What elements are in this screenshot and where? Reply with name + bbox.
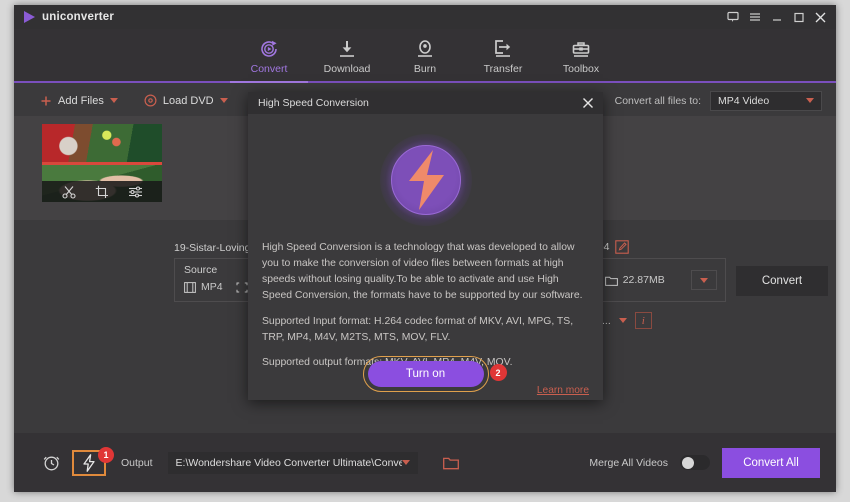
application-window: uniconverter Convert Download Burn Trans… bbox=[14, 5, 836, 492]
dialog-header: High Speed Conversion bbox=[248, 92, 603, 114]
turn-on-highlight-ring bbox=[362, 356, 489, 392]
dialog-footer: Turn on 2 bbox=[248, 348, 603, 400]
high-speed-bolt-icon bbox=[379, 134, 472, 226]
dialog-paragraph-2: Supported Input format: H.264 codec form… bbox=[262, 315, 574, 343]
dialog-paragraph-1: High Speed Conversion is a technology th… bbox=[262, 242, 583, 302]
high-speed-conversion-dialog: High Speed Conversion High Speed Convers… bbox=[248, 92, 603, 400]
dialog-close-icon[interactable] bbox=[581, 96, 595, 110]
step-badge-2: 2 bbox=[489, 364, 507, 381]
dialog-title: High Speed Conversion bbox=[258, 97, 369, 109]
lightning-bolt-icon bbox=[408, 150, 444, 210]
